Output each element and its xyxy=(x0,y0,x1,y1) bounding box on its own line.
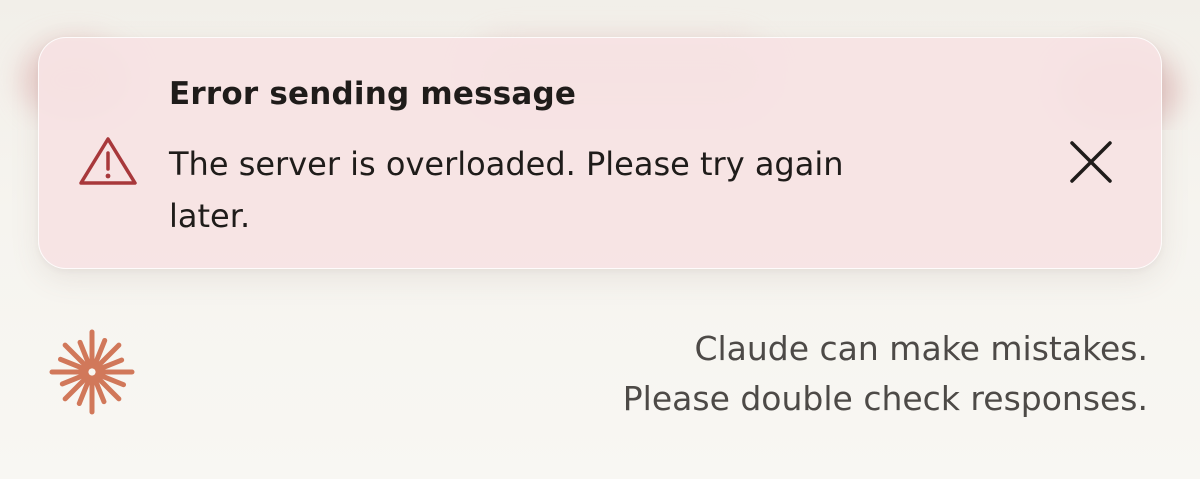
warning-triangle-icon xyxy=(79,137,137,185)
close-button[interactable] xyxy=(1063,134,1119,190)
claude-starburst-icon xyxy=(49,329,135,415)
error-toast: Error sending message The server is over… xyxy=(38,37,1162,269)
error-message: The server is overloaded. Please try aga… xyxy=(169,145,844,235)
disclaimer: Claude can make mistakes. Please double … xyxy=(448,324,1148,424)
error-title: Error sending message xyxy=(169,76,577,112)
disclaimer-line-2: Please double check responses. xyxy=(622,379,1148,418)
close-icon xyxy=(1070,141,1112,183)
disclaimer-line-1: Claude can make mistakes. xyxy=(694,329,1148,368)
